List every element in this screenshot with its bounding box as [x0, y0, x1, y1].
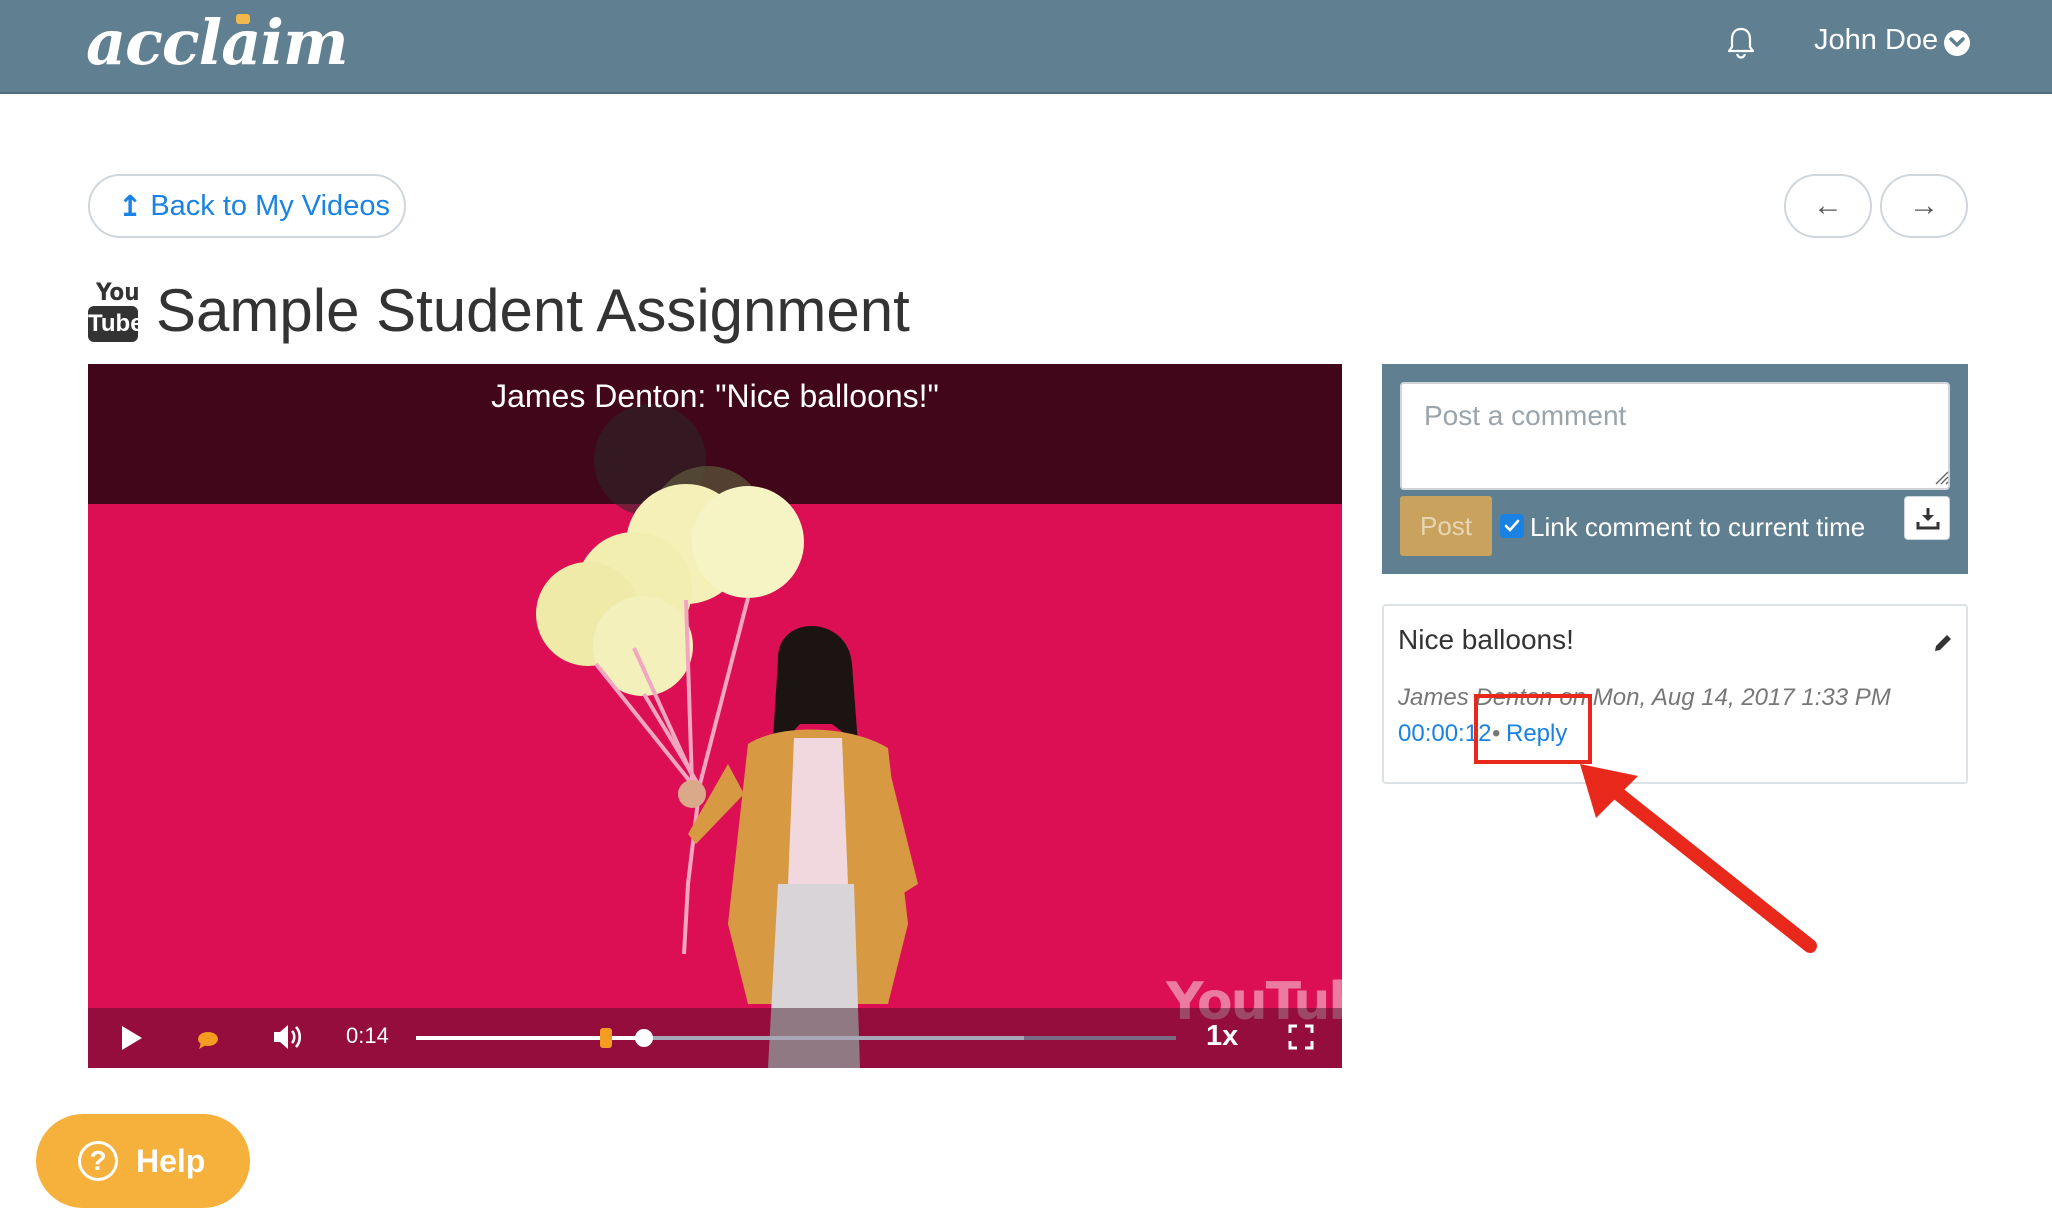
link-time-label[interactable]: Link comment to current time [1530, 512, 1865, 543]
video-caption: James Denton: "Nice balloons!" [491, 378, 939, 414]
youtube-source-icon: You Tube [88, 278, 144, 342]
page-title: Sample Student Assignment [156, 277, 910, 344]
back-arrow-icon: ↥ [118, 190, 143, 223]
back-to-my-videos-button[interactable]: ↥ Back to My Videos [88, 174, 406, 238]
comment-text: Nice balloons! [1398, 624, 1574, 655]
current-time: 0:14 [346, 1023, 389, 1048]
chevron-down-icon[interactable] [1944, 30, 1970, 56]
annotation-arrow [1580, 764, 1817, 953]
link-time-checkbox[interactable] [1500, 514, 1524, 538]
question-icon: ? [78, 1141, 118, 1181]
comment-meta: James Denton on Mon, Aug 14, 2017 1:33 P… [1398, 684, 1891, 711]
comment-bubble-icon[interactable] [196, 1030, 220, 1055]
logo-spark [236, 14, 250, 24]
playback-speed-button[interactable]: 1x [1206, 1020, 1238, 1053]
comment-form: Post Link comment to current time [1382, 364, 1968, 574]
app-logo[interactable]: acclaim [86, 6, 349, 79]
back-label: Back to My Videos [150, 189, 390, 222]
comment-marker[interactable] [600, 1028, 612, 1048]
video-controls: 0:14 1x [88, 1008, 1342, 1068]
video-player[interactable]: James Denton: "Nice balloons!" YouTube 0… [88, 364, 1342, 1068]
youtube-badge-tube: Tube [88, 306, 144, 342]
post-button[interactable]: Post [1400, 496, 1492, 556]
help-label: Help [136, 1142, 206, 1179]
comment-input[interactable] [1400, 382, 1950, 490]
play-icon[interactable] [118, 1024, 144, 1057]
seek-bar[interactable] [416, 1028, 1176, 1048]
resize-grip-icon[interactable] [1934, 470, 1950, 491]
user-menu[interactable]: John Doe [1814, 24, 1938, 57]
seek-handle[interactable] [635, 1029, 653, 1047]
download-icon [1916, 508, 1940, 530]
download-comments-button[interactable] [1904, 496, 1950, 540]
annotation-highlight-box [1474, 694, 1592, 764]
fullscreen-icon[interactable] [1288, 1024, 1314, 1055]
youtube-badge-you: You [96, 278, 140, 306]
bell-icon[interactable] [1726, 26, 1756, 60]
next-video-button[interactable]: → [1880, 174, 1968, 238]
help-button[interactable]: ? Help [36, 1114, 250, 1208]
previous-video-button[interactable]: ← [1784, 174, 1872, 238]
top-bar: acclaim John Doe [0, 0, 2052, 94]
video-frame [536, 404, 918, 1068]
volume-icon[interactable] [272, 1022, 304, 1057]
pencil-icon[interactable] [1932, 632, 1954, 659]
